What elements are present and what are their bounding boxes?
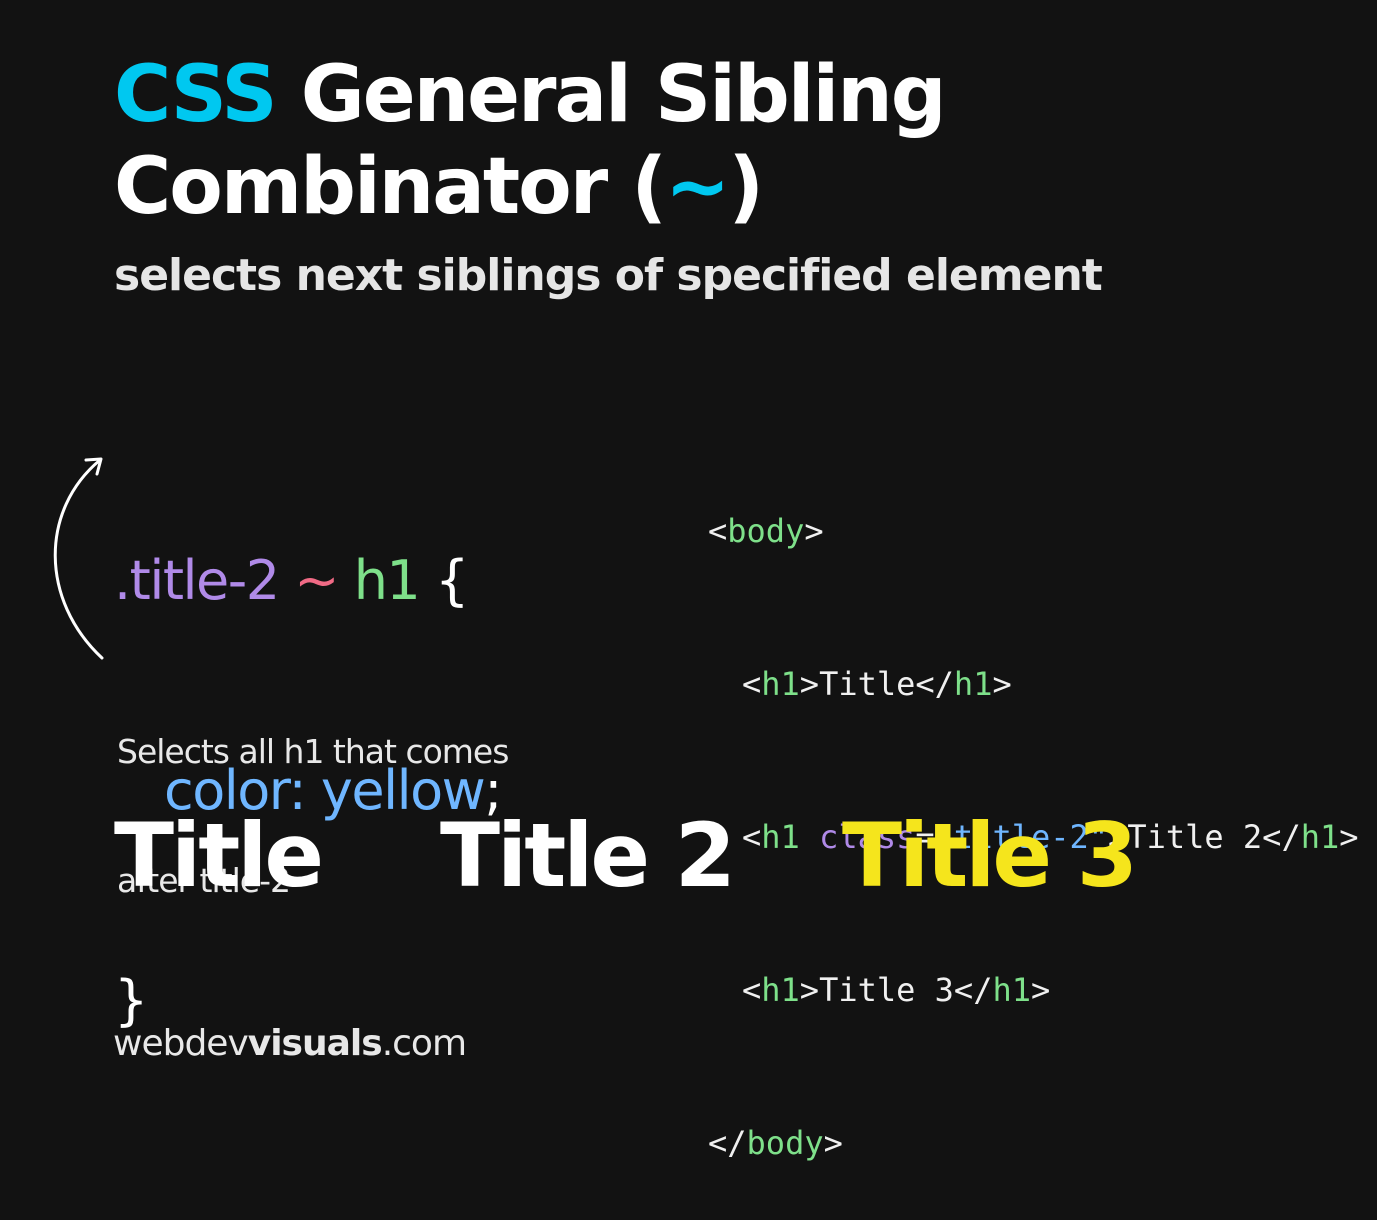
html-text: >Title 3</: [799, 971, 993, 1009]
html-punc: <: [742, 971, 762, 1009]
html-line-h1-title: <h1>Title</h1>: [708, 659, 1359, 710]
logo-suffix: .com: [381, 1023, 467, 1064]
css-selector-class: .title-2: [114, 549, 280, 612]
css-open-brace: {: [434, 549, 469, 612]
html-tag-name: body: [746, 1124, 824, 1162]
css-code-line-selector: .title-2 ~ h1 {: [114, 546, 501, 616]
css-combinator: ~: [294, 549, 339, 612]
tilde-symbol: ~: [664, 142, 730, 232]
result-title-1: Title: [114, 804, 324, 907]
html-tag-name: h1: [761, 818, 800, 856]
html-tag-name: h1: [761, 665, 800, 703]
html-line-body-close: </body>: [708, 1118, 1359, 1169]
page-subtitle: selects next siblings of specified eleme…: [114, 250, 1103, 301]
result-title-3: Title 3: [842, 804, 1138, 907]
result-title-2: Title 2: [440, 804, 736, 907]
html-tag-name: h1: [992, 971, 1031, 1009]
title-line2-start: Combinator (: [114, 142, 667, 232]
css-selector-tag: h1: [353, 549, 421, 612]
html-text: >Title</: [799, 665, 954, 703]
html-punc: <: [708, 512, 728, 550]
html-punc: >: [1339, 818, 1359, 856]
html-punc: </: [708, 1124, 747, 1162]
html-punc: >: [1030, 971, 1051, 1009]
logo-bold: visuals: [247, 1023, 383, 1064]
html-tag-name: h1: [761, 971, 800, 1009]
html-punc: >: [992, 665, 1012, 703]
html-punc: <: [742, 665, 762, 703]
curved-arrow-icon: [53, 457, 104, 660]
html-punc: <: [742, 818, 762, 856]
html-line-h1-title-3: <h1>Title 3</h1>: [708, 965, 1359, 1016]
html-punc: >: [823, 1124, 843, 1162]
title-accent: CSS: [114, 50, 278, 140]
page-title: CSS General Sibling: [114, 56, 947, 134]
html-tag-name: body: [727, 512, 805, 550]
html-punc: >: [804, 512, 824, 550]
html-tag-name: h1: [1300, 818, 1340, 856]
page-title-line2: Combinator (~): [114, 148, 764, 226]
logo-prefix: webdev: [113, 1023, 249, 1064]
html-line-body-open: <body>: [708, 506, 1359, 557]
title-line2-end: ): [728, 142, 764, 232]
html-text: >Title 2</: [1108, 818, 1301, 856]
site-logo: webdevvisuals.com: [113, 1023, 467, 1064]
annotation-line1: Selects all h1 that comes: [117, 732, 509, 771]
title-line1-rest: General Sibling: [275, 50, 947, 140]
html-tag-name: h1: [953, 665, 993, 703]
